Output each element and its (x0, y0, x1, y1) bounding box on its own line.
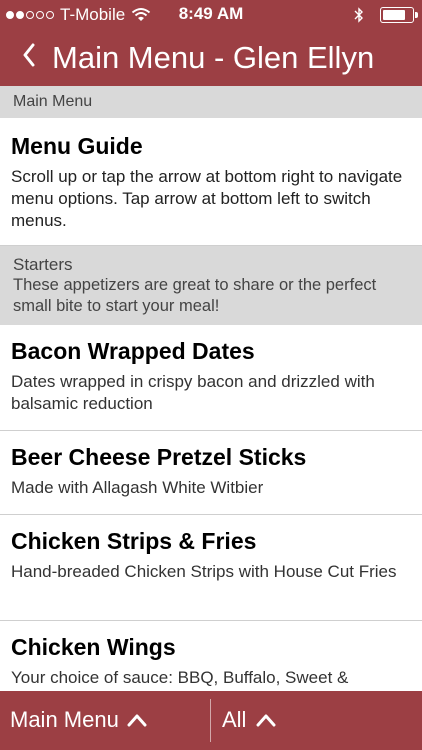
section-title: Starters (13, 255, 73, 274)
page-title: Main Menu - Glen Ellyn (52, 40, 375, 75)
list-item[interactable]: Chicken Strips & Fries Hand-breaded Chic… (0, 515, 422, 621)
item-description: Made with Allagash White Witbier (11, 478, 264, 497)
section-description: These appetizers are great to share or t… (13, 276, 377, 315)
item-title: Beer Cheese Pretzel Sticks (11, 444, 307, 470)
item-title: Bacon Wrapped Dates (11, 338, 255, 364)
menu-guide: Menu Guide Scroll up or tap the arrow at… (0, 118, 422, 246)
list-item[interactable]: Beer Cheese Pretzel Sticks Made with All… (0, 431, 422, 515)
category-selector-label: All (222, 707, 247, 732)
menu-list[interactable]: Main Menu Menu Guide Scroll up or tap th… (0, 86, 422, 691)
menu-guide-title: Menu Guide (11, 133, 143, 159)
category-selector-button[interactable]: All (222, 707, 276, 733)
list-item[interactable]: Bacon Wrapped Dates Dates wrapped in cri… (0, 325, 422, 431)
list-item[interactable]: Chicken Wings Your choice of sauce: BBQ,… (0, 621, 422, 691)
item-title: Chicken Strips & Fries (11, 528, 257, 554)
bottom-toolbar: Main Menu All (0, 691, 422, 750)
battery-icon (380, 7, 418, 23)
navigation-bar: Main Menu - Glen Ellyn (0, 30, 422, 86)
menu-switcher-label: Main Menu (10, 707, 119, 732)
item-title: Chicken Wings (11, 634, 176, 660)
menu-switcher-button[interactable]: Main Menu (10, 707, 147, 733)
section-header-label: Main Menu (13, 93, 93, 110)
toolbar-divider (210, 699, 211, 742)
menu-guide-description: Scroll up or tap the arrow at bottom rig… (11, 167, 403, 230)
item-description: Dates wrapped in crispy bacon and drizzl… (11, 372, 375, 413)
item-description: Hand-breaded Chicken Strips with House C… (11, 562, 397, 581)
chevron-left-icon (23, 43, 35, 67)
section-header-main-menu: Main Menu (0, 86, 422, 118)
section-header-starters: Starters These appetizers are great to s… (0, 246, 422, 325)
status-bar: T-Mobile 8:49 AM (0, 0, 422, 30)
chevron-up-icon (256, 713, 276, 727)
chevron-up-icon (127, 713, 147, 727)
back-button[interactable] (22, 39, 36, 73)
status-right (354, 7, 418, 23)
item-description: Your choice of sauce: BBQ, Buffalo, Swee… (11, 668, 349, 687)
bluetooth-icon (354, 7, 363, 23)
header: T-Mobile 8:49 AM Main Menu - Glen Ellyn (0, 0, 422, 86)
